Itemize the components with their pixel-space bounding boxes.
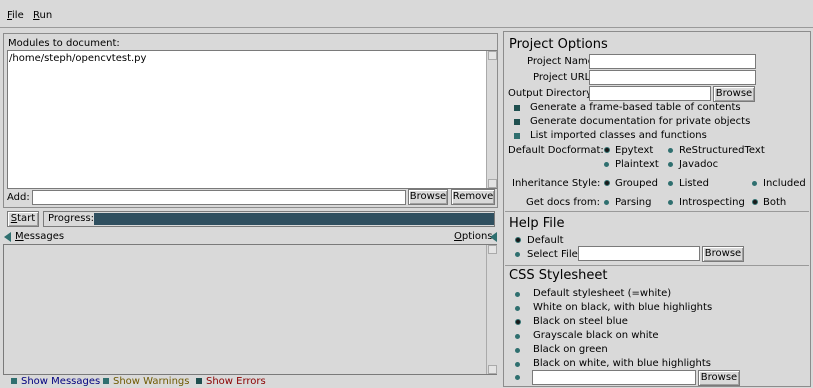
add-label: Add: [7, 192, 30, 203]
add-input[interactable] [32, 190, 406, 205]
message-filters: Show Messages Show Warnings Show Errors [0, 376, 500, 387]
css-option-label[interactable]: Default stylesheet (=white) [533, 288, 671, 300]
help-default-label[interactable]: Default [527, 235, 564, 247]
modules-scrollbar[interactable] [486, 51, 497, 188]
project-url-label: Project URL: [533, 72, 594, 83]
expand-left-icon[interactable] [490, 232, 497, 242]
collapse-left-icon[interactable] [4, 232, 11, 242]
scroll-down-icon[interactable] [488, 365, 497, 374]
progress-fill [94, 213, 494, 225]
getdocs-both-radio[interactable] [752, 199, 758, 205]
browse-css-button[interactable]: Browse [698, 370, 740, 386]
docformat-epytext-label[interactable]: Epytext [615, 145, 653, 157]
css-custom-radio[interactable] [515, 375, 520, 380]
frames-label[interactable]: Generate a frame-based table of contents [530, 102, 741, 114]
remove-module-button[interactable]: Remove [451, 189, 495, 205]
modules-label: Modules to document: [8, 38, 120, 49]
output-directory-input[interactable] [589, 86, 711, 101]
css-option-label[interactable]: Black on steel blue [533, 316, 628, 328]
start-button[interactable]: Start [7, 211, 39, 227]
show-messages-label[interactable]: Show Messages [21, 376, 100, 388]
docformat-plaintext-radio[interactable] [604, 162, 609, 167]
css-custom-input[interactable] [532, 370, 696, 385]
private-checkbox[interactable] [514, 119, 520, 125]
menu-bar: File Run [0, 0, 813, 28]
docformat-javadoc-radio[interactable] [668, 162, 673, 167]
getdocs-introspecting-radio[interactable] [668, 200, 673, 205]
css-option-radio[interactable] [515, 348, 520, 353]
help-file-title: Help File [509, 216, 565, 231]
css-option-label[interactable]: Black on white, with blue highlights [533, 358, 711, 370]
help-file-input[interactable] [578, 246, 700, 261]
inheritance-listed-radio[interactable] [668, 181, 673, 186]
output-directory-label: Output Directory: [508, 88, 595, 99]
css-option-label[interactable]: White on black, with blue highlights [533, 302, 712, 314]
messages-area[interactable] [3, 244, 497, 375]
inheritance-included-radio[interactable] [752, 181, 757, 186]
inheritance-grouped-radio[interactable] [604, 180, 610, 186]
css-stylesheet-title: CSS Stylesheet [509, 268, 608, 283]
modules-list[interactable]: /home/steph/opencvtest.py [7, 50, 497, 189]
show-warnings-checkbox[interactable] [103, 378, 109, 384]
project-name-input[interactable] [589, 54, 756, 69]
docformat-epytext-radio[interactable] [604, 147, 610, 153]
show-errors-label[interactable]: Show Errors [206, 376, 266, 388]
help-default-radio[interactable] [515, 237, 521, 243]
css-option-radio[interactable] [515, 334, 520, 339]
show-warnings-label[interactable]: Show Warnings [113, 376, 189, 388]
css-option-label[interactable]: Black on green [533, 344, 608, 356]
css-option-radio[interactable] [515, 292, 520, 297]
menu-run[interactable]: Run [33, 10, 52, 22]
scroll-down-icon[interactable] [488, 179, 497, 188]
show-errors-checkbox[interactable] [196, 378, 202, 384]
divider [505, 211, 809, 212]
css-option-label[interactable]: Grayscale black on white [533, 330, 659, 342]
progress-bar [94, 213, 494, 225]
getdocs-both-label[interactable]: Both [763, 197, 786, 209]
getdocs-label: Get docs from: [526, 197, 600, 208]
css-option-radio[interactable] [515, 319, 521, 325]
docformat-javadoc-label[interactable]: Javadoc [679, 159, 718, 171]
docformat-plaintext-label[interactable]: Plaintext [615, 159, 659, 171]
project-url-input[interactable] [589, 70, 756, 85]
project-name-label: Project Name: [527, 56, 598, 67]
messages-scrollbar[interactable] [486, 245, 497, 374]
css-option-radio[interactable] [515, 362, 520, 367]
inheritance-grouped-label[interactable]: Grouped [615, 178, 658, 190]
menu-file[interactable]: File [7, 10, 24, 22]
module-item[interactable]: /home/steph/opencvtest.py [9, 53, 146, 65]
messages-title[interactable]: Messages [15, 231, 64, 243]
scroll-up-icon[interactable] [488, 51, 497, 60]
divider [505, 265, 809, 266]
help-select-radio[interactable] [515, 252, 520, 257]
private-label[interactable]: Generate documentation for private objec… [530, 116, 750, 128]
docformat-rst-radio[interactable] [668, 148, 673, 153]
show-messages-checkbox[interactable] [11, 378, 17, 384]
scroll-up-icon[interactable] [488, 245, 497, 254]
imports-label[interactable]: List imported classes and functions [530, 130, 707, 142]
help-select-label[interactable]: Select File [527, 249, 578, 261]
frames-checkbox[interactable] [514, 105, 520, 111]
docformat-rst-label[interactable]: ReStructuredText [679, 145, 765, 157]
options-toggle[interactable]: Options [454, 231, 493, 243]
docformat-label: Default Docformat: [508, 145, 604, 156]
getdocs-parsing-label[interactable]: Parsing [615, 197, 652, 209]
imports-checkbox[interactable] [514, 133, 520, 139]
project-options-title: Project Options [509, 37, 608, 52]
browse-output-button[interactable]: Browse [713, 86, 755, 102]
getdocs-introspecting-label[interactable]: Introspecting [679, 197, 745, 209]
css-option-radio[interactable] [515, 306, 520, 311]
browse-modules-button[interactable]: Browse [408, 189, 448, 205]
inheritance-included-label[interactable]: Included [763, 178, 806, 190]
messages-header: Messages Options [0, 230, 500, 244]
getdocs-parsing-radio[interactable] [604, 200, 609, 205]
inheritance-label: Inheritance Style: [512, 178, 601, 189]
browse-help-button[interactable]: Browse [702, 246, 744, 262]
inheritance-listed-label[interactable]: Listed [679, 178, 709, 190]
progress-label: Progress: [48, 213, 95, 224]
